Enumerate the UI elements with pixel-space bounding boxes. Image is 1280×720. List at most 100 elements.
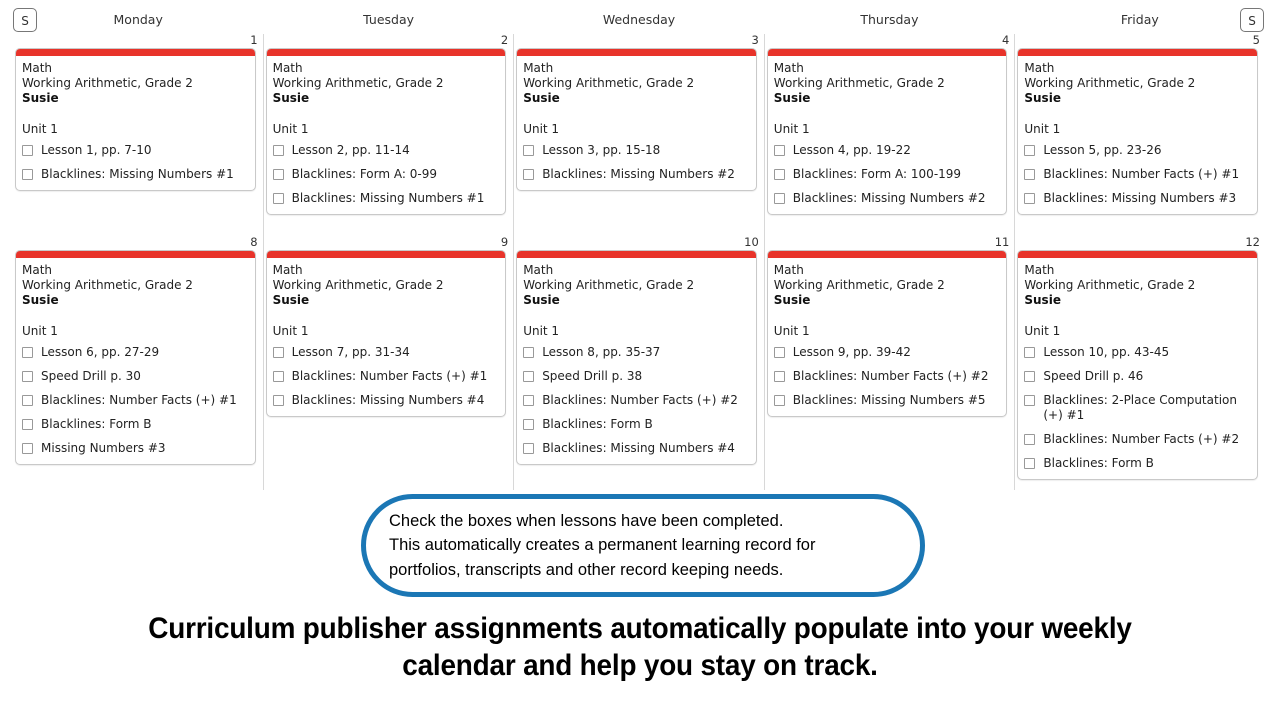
task-label: Lesson 4, pp. 19-22 — [792, 143, 911, 157]
calendar-day-cell: 12 Math Working Arithmetic, Grade 2 Susie Un… — [1015, 236, 1265, 490]
checkbox-icon[interactable] — [773, 395, 785, 406]
checkbox-icon[interactable] — [773, 145, 785, 156]
task-label: Blacklines: Form B — [1043, 456, 1154, 470]
task-item[interactable]: Blacklines: Form A: 0-99 — [272, 167, 500, 182]
checkbox-icon[interactable] — [523, 395, 535, 406]
task-item[interactable]: Blacklines: Form B — [523, 417, 750, 432]
task-item[interactable]: Speed Drill p. 38 — [523, 369, 750, 384]
checkbox-icon[interactable] — [272, 145, 284, 156]
task-item[interactable]: Lesson 10, pp. 43-45 — [1024, 345, 1251, 360]
task-item[interactable]: Blacklines: Form B — [22, 417, 249, 432]
checkbox-icon[interactable] — [272, 347, 284, 358]
checkbox-icon[interactable] — [22, 419, 33, 430]
checkbox-icon[interactable] — [22, 371, 33, 382]
checkbox-icon[interactable] — [1024, 145, 1036, 156]
task-item[interactable]: Lesson 2, pp. 11-14 — [272, 143, 500, 158]
task-item[interactable]: Missing Numbers #3 — [22, 441, 249, 456]
checkbox-icon[interactable] — [22, 347, 33, 358]
checkbox-icon[interactable] — [272, 169, 284, 180]
assignment-card[interactable]: Math Working Arithmetic, Grade 2 Susie Unit… — [1017, 48, 1258, 215]
assignment-card[interactable]: Math Working Arithmetic, Grade 2 Susie Unit… — [516, 250, 757, 465]
checkbox-icon[interactable] — [1024, 169, 1036, 180]
task-label: Blacklines: Form B — [542, 417, 653, 431]
assignment-card[interactable]: Math Working Arithmetic, Grade 2 Susie Unit… — [516, 48, 757, 191]
day-number: 4 — [1002, 33, 1010, 47]
checkbox-icon[interactable] — [523, 169, 535, 180]
task-item[interactable]: Lesson 5, pp. 23-26 — [1024, 143, 1251, 158]
task-item[interactable]: Blacklines: Number Facts (+) #1 — [22, 393, 249, 408]
day-number: 2 — [500, 33, 509, 47]
assignment-card[interactable]: Math Working Arithmetic, Grade 2 Susie Unit… — [265, 48, 507, 215]
task-item[interactable]: Blacklines: Missing Numbers #2 — [523, 167, 750, 182]
checkbox-icon[interactable] — [22, 395, 33, 406]
task-item[interactable]: Speed Drill p. 30 — [22, 369, 249, 384]
checkbox-icon[interactable] — [773, 169, 785, 180]
checkbox-icon[interactable] — [523, 145, 535, 156]
checkbox-icon[interactable] — [1024, 458, 1036, 469]
task-item[interactable]: Blacklines: Missing Numbers #4 — [523, 441, 750, 456]
day-column: 5 Math Working Arithmetic, Grade 2 Susie Uni… — [1015, 34, 1265, 490]
card-accent-bar — [266, 49, 506, 56]
task-item[interactable]: Blacklines: Number Facts (+) #2 — [523, 393, 750, 408]
task-label: Blacklines: Number Facts (+) #1 — [1043, 167, 1240, 181]
checkbox-icon[interactable] — [272, 193, 284, 204]
sunday-toggle-button[interactable]: S — [1240, 8, 1264, 32]
card-student-name: Susie — [1024, 91, 1061, 105]
task-item[interactable]: Blacklines: Number Facts (+) #1 — [272, 369, 500, 384]
card-course-title: Working Arithmetic, Grade 2 — [22, 278, 193, 292]
task-item[interactable]: Blacklines: Form B — [1024, 456, 1251, 471]
checkbox-icon[interactable] — [523, 371, 535, 382]
assignment-card[interactable]: Math Working Arithmetic, Grade 2 Susie Unit… — [15, 250, 256, 465]
card-unit-label: Unit 1 — [523, 122, 560, 136]
task-item[interactable]: Blacklines: Missing Numbers #4 — [272, 393, 500, 408]
task-item[interactable]: Blacklines: Number Facts (+) #1 — [1024, 167, 1251, 182]
task-item[interactable]: Lesson 1, pp. 7-10 — [22, 143, 249, 158]
checkbox-icon[interactable] — [22, 169, 33, 180]
card-body: Math Working Arithmetic, Grade 2 Susie Unit… — [1018, 56, 1257, 214]
task-item[interactable]: Blacklines: 2-Place Computation (+) #1 — [1024, 393, 1251, 423]
task-item[interactable]: Lesson 3, pp. 15-18 — [523, 143, 750, 158]
card-student-name: Susie — [22, 91, 59, 105]
task-item[interactable]: Blacklines: Missing Numbers #3 — [1024, 191, 1251, 206]
checkbox-icon[interactable] — [523, 347, 535, 358]
checkbox-icon[interactable] — [773, 347, 785, 358]
checkbox-icon[interactable] — [1024, 395, 1036, 406]
task-item[interactable]: Blacklines: Missing Numbers #1 — [272, 191, 500, 206]
checkbox-icon[interactable] — [22, 145, 33, 156]
checkbox-icon[interactable] — [523, 419, 535, 430]
task-item[interactable]: Blacklines: Form A: 100-199 — [773, 167, 1001, 182]
task-item[interactable]: Blacklines: Missing Numbers #2 — [773, 191, 1001, 206]
checkbox-icon[interactable] — [773, 193, 785, 204]
checkbox-icon[interactable] — [1024, 434, 1036, 445]
task-item[interactable]: Lesson 4, pp. 19-22 — [773, 143, 1001, 158]
checkbox-icon[interactable] — [1024, 347, 1036, 358]
checkbox-icon[interactable] — [22, 443, 33, 454]
assignment-card[interactable]: Math Working Arithmetic, Grade 2 Susie Unit… — [766, 250, 1008, 417]
task-item[interactable]: Lesson 8, pp. 35-37 — [523, 345, 750, 360]
assignment-card[interactable]: Math Working Arithmetic, Grade 2 Susie Unit… — [1017, 250, 1258, 480]
checkbox-icon[interactable] — [773, 371, 785, 382]
task-item[interactable]: Blacklines: Number Facts (+) #2 — [773, 369, 1001, 384]
task-item[interactable]: Blacklines: Missing Numbers #5 — [773, 393, 1001, 408]
task-label: Lesson 3, pp. 15-18 — [542, 143, 661, 157]
checkbox-icon[interactable] — [1024, 193, 1036, 204]
day-column: 4 Math Working Arithmetic, Grade 2 Susie Uni… — [765, 34, 1016, 490]
checkbox-icon[interactable] — [272, 371, 284, 382]
task-item[interactable]: Blacklines: Missing Numbers #1 — [22, 167, 249, 182]
saturday-toggle-button[interactable]: S — [13, 8, 37, 32]
checkbox-icon[interactable] — [272, 395, 284, 406]
task-item[interactable]: Speed Drill p. 46 — [1024, 369, 1251, 384]
task-item[interactable]: Lesson 9, pp. 39-42 — [773, 345, 1001, 360]
task-item[interactable]: Blacklines: Number Facts (+) #2 — [1024, 432, 1251, 447]
checkbox-icon[interactable] — [523, 443, 535, 454]
card-subject: Math — [773, 61, 804, 75]
task-label: Blacklines: Form A: 0-99 — [291, 167, 437, 181]
checkbox-icon[interactable] — [1024, 371, 1036, 382]
task-item[interactable]: Lesson 7, pp. 31-34 — [272, 345, 500, 360]
assignment-card[interactable]: Math Working Arithmetic, Grade 2 Susie Unit… — [766, 48, 1008, 215]
task-item[interactable]: Lesson 6, pp. 27-29 — [22, 345, 249, 360]
day-number: 8 — [250, 235, 258, 249]
assignment-card[interactable]: Math Working Arithmetic, Grade 2 Susie Unit… — [265, 250, 507, 417]
assignment-card[interactable]: Math Working Arithmetic, Grade 2 Susie Unit… — [15, 48, 256, 191]
card-subject: Math — [1024, 61, 1055, 75]
